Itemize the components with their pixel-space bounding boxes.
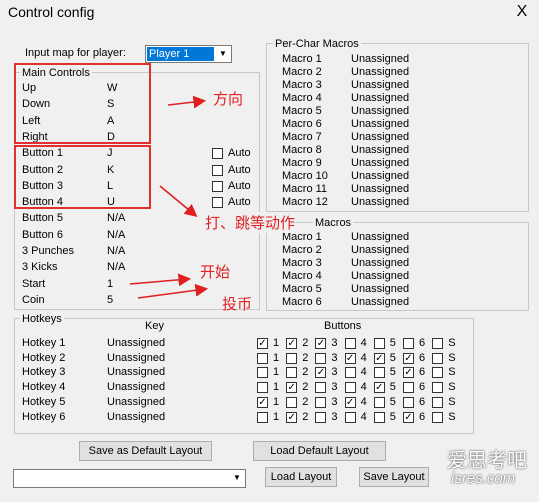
coin-arrow (137, 283, 209, 299)
watermark-url: isres.com (451, 470, 516, 487)
annotation-arrows (129, 95, 209, 299)
start-annotation: 开始 (200, 263, 231, 281)
watermark-logo: 爱思考吧 (447, 450, 527, 472)
start-arrow (129, 273, 192, 287)
action-annotation: 打、跳等动作 (205, 212, 296, 233)
coin-annotation: 投币 (222, 295, 253, 313)
direction-arrow (167, 95, 207, 109)
action-arrow (159, 185, 198, 218)
direction-annotation: 方向 (213, 90, 244, 108)
